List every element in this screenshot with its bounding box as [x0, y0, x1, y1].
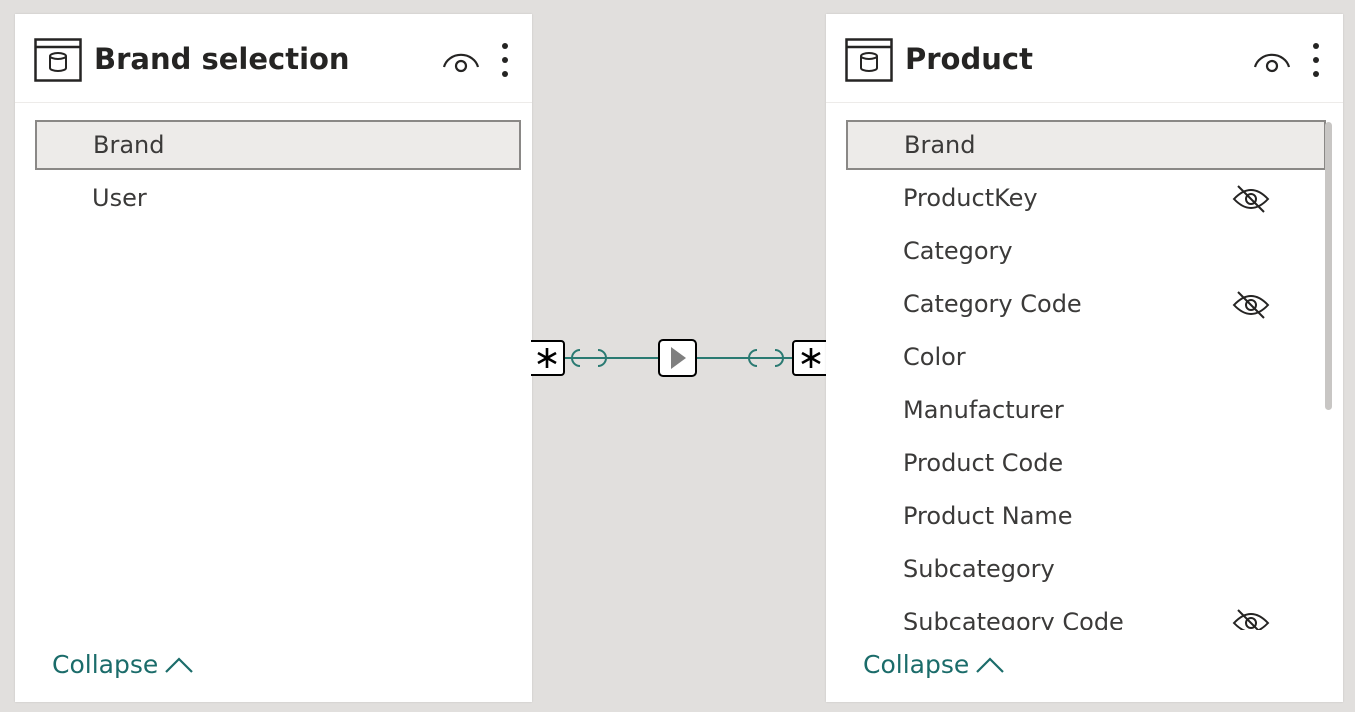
table-title: Product — [905, 42, 1033, 76]
field-label: ProductKey — [903, 184, 1038, 212]
field-list-scrollbar[interactable] — [1325, 122, 1332, 410]
chevron-up-icon — [976, 656, 1005, 673]
field-row-category-code[interactable]: Category Code — [846, 279, 1332, 329]
field-row-product-code[interactable]: Product Code — [846, 438, 1332, 488]
field-label: Brand — [93, 131, 165, 159]
table-header[interactable]: Brand selection — [15, 14, 532, 103]
eye-slash-icon — [1232, 185, 1270, 213]
field-list: Brand User — [15, 120, 532, 630]
right-cardinality-many-icon — [792, 340, 827, 376]
field-label: Manufacturer — [903, 396, 1064, 424]
field-row-product-name[interactable]: Product Name — [846, 491, 1332, 541]
field-label: Color — [903, 343, 966, 371]
table-card-brand-selection[interactable]: Brand selection Brand User Collapse — [15, 14, 532, 702]
table-title: Brand selection — [94, 42, 350, 76]
collapse-button[interactable]: Collapse — [52, 650, 194, 679]
field-label: User — [92, 184, 147, 212]
table-card-product[interactable]: Product Brand ProductKey Category Catego… — [826, 14, 1343, 702]
more-options-icon[interactable] — [495, 40, 515, 80]
field-row-productkey[interactable]: ProductKey — [846, 173, 1332, 223]
collapse-button[interactable]: Collapse — [863, 650, 1005, 679]
eye-slash-icon — [1232, 291, 1270, 319]
field-row-color[interactable]: Color — [846, 332, 1332, 382]
field-label: Brand — [904, 131, 976, 159]
field-row-manufacturer[interactable]: Manufacturer — [846, 385, 1332, 435]
table-icon — [845, 38, 893, 82]
chevron-up-icon — [165, 656, 194, 673]
field-row-subcategory[interactable]: Subcategory — [846, 544, 1332, 594]
field-list[interactable]: Brand ProductKey Category Category Code … — [826, 120, 1343, 630]
field-label: Subcategory Code — [903, 608, 1124, 630]
field-row-brand[interactable]: Brand — [846, 120, 1326, 170]
collapse-label: Collapse — [863, 650, 970, 679]
relationship-line[interactable] — [531, 330, 827, 386]
field-label: Category — [903, 237, 1013, 265]
field-row-brand[interactable]: Brand — [35, 120, 521, 170]
left-cardinality-many-icon — [531, 340, 565, 376]
cross-filter-direction-icon[interactable] — [658, 339, 697, 377]
visibility-eye-icon[interactable] — [1253, 45, 1291, 75]
more-options-icon[interactable] — [1306, 40, 1326, 80]
collapse-label: Collapse — [52, 650, 159, 679]
field-label: Category Code — [903, 290, 1082, 318]
field-label: Subcategory — [903, 555, 1055, 583]
eye-slash-icon — [1232, 609, 1270, 630]
field-row-subcategory-code[interactable]: Subcategory Code — [846, 597, 1332, 630]
table-header[interactable]: Product — [826, 14, 1343, 103]
field-label: Product Name — [903, 502, 1073, 530]
visibility-eye-icon[interactable] — [442, 45, 480, 75]
field-row-user[interactable]: User — [35, 173, 521, 223]
field-label: Product Code — [903, 449, 1064, 477]
field-row-category[interactable]: Category — [846, 226, 1332, 276]
table-icon — [34, 38, 82, 82]
